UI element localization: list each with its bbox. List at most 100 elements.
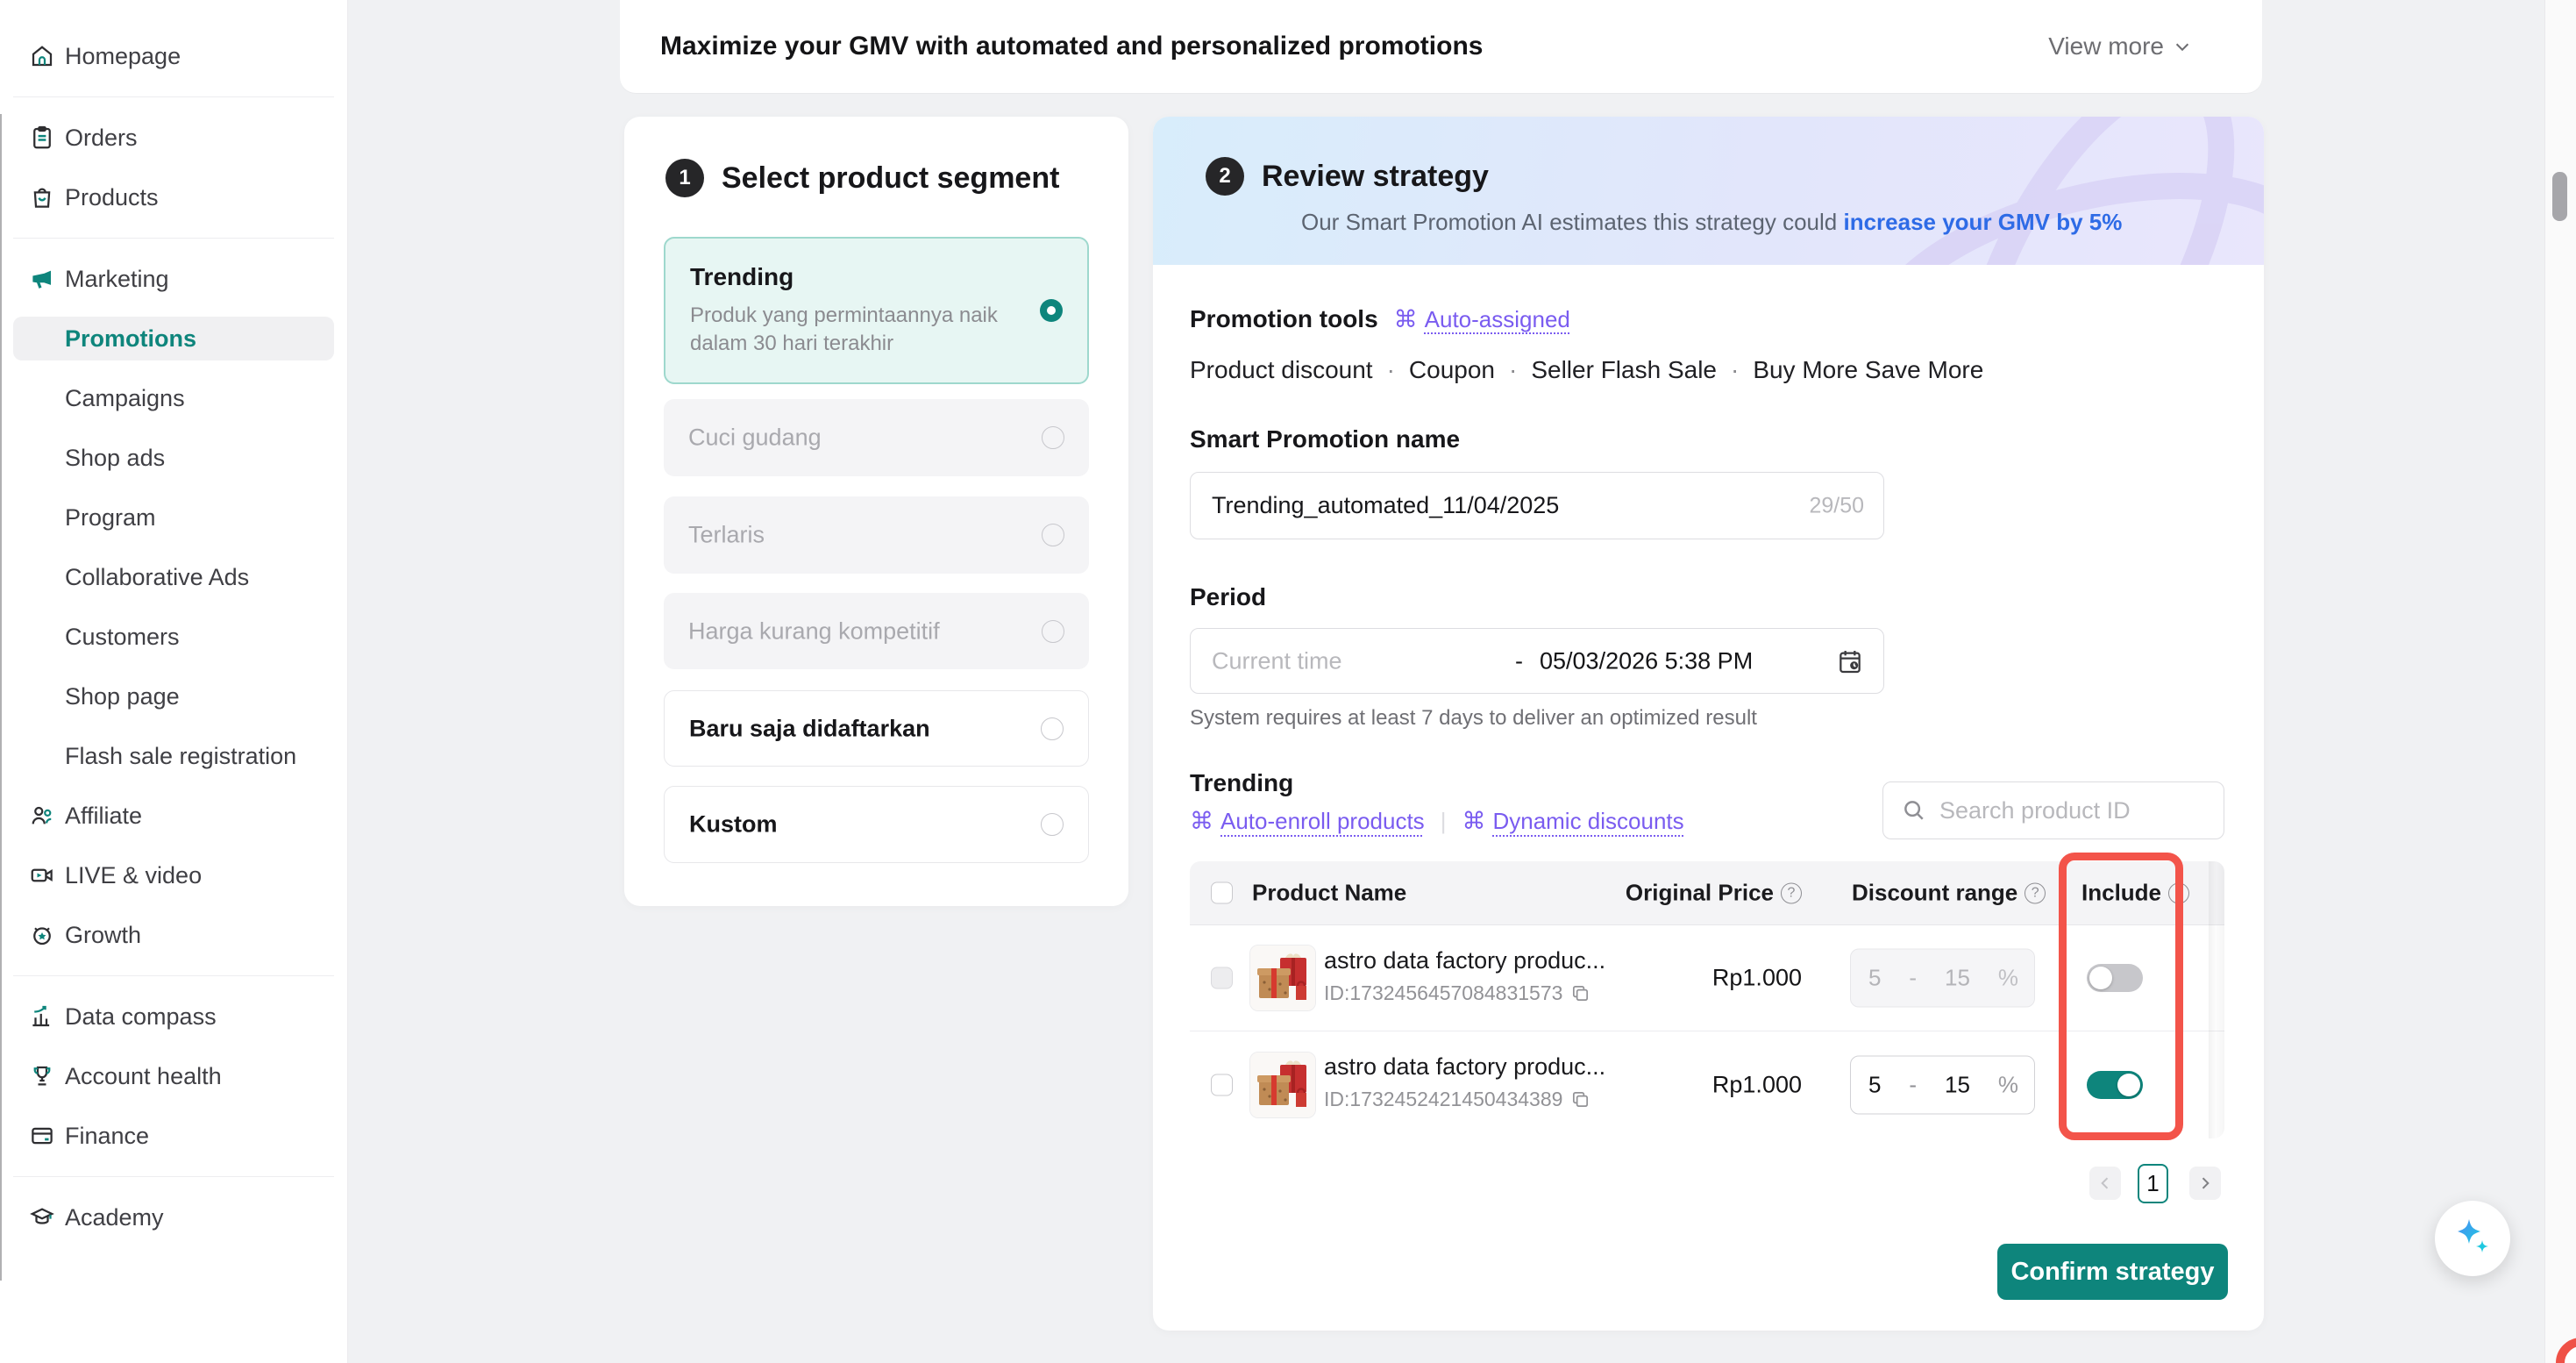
segment-option-harga-kurang-kompetitif: Harga kurang kompetitif bbox=[664, 593, 1089, 669]
sidebar-item-label: Account health bbox=[65, 1063, 222, 1090]
col-include: Include ? bbox=[2081, 880, 2189, 907]
view-more-button[interactable]: View more bbox=[2048, 0, 2192, 93]
sidebar-item-affiliate[interactable]: Affiliate bbox=[0, 786, 347, 846]
row-checkbox[interactable] bbox=[1211, 1074, 1233, 1095]
sidebar-item-label: Shop page bbox=[65, 683, 180, 710]
original-price: Rp1.000 bbox=[1712, 1071, 1802, 1098]
radio-unselected[interactable] bbox=[1041, 717, 1064, 740]
strategy-title: Review strategy bbox=[1262, 160, 1489, 194]
sidebar-item-products[interactable]: Products bbox=[0, 168, 347, 227]
strategy-card: 2 Review strategy Our Smart Promotion AI… bbox=[1153, 117, 2264, 1331]
option-label: Terlaris bbox=[688, 522, 765, 549]
discount-range-disabled: 5 - 15 % bbox=[1850, 949, 2035, 1008]
discount-unit: % bbox=[1998, 1071, 2018, 1098]
sidebar-item-label: Campaigns bbox=[65, 385, 185, 412]
products-icon bbox=[29, 184, 55, 211]
copy-icon[interactable] bbox=[1570, 983, 1590, 1003]
chevron-left-icon bbox=[2096, 1174, 2114, 1192]
col-original-price: Original Price ? bbox=[1626, 880, 1802, 907]
promotion-tools-label: Promotion tools bbox=[1190, 305, 1378, 333]
segment-option-baru-saja-didaftarkan[interactable]: Baru saja didaftarkan bbox=[664, 690, 1089, 767]
discount-range-input[interactable]: 5 - 15 % bbox=[1850, 1055, 2035, 1114]
sidebar-item-collaborative-ads[interactable]: Collaborative Ads bbox=[0, 547, 347, 607]
sidebar-item-marketing[interactable]: Marketing bbox=[0, 249, 347, 309]
include-toggle-on[interactable] bbox=[2087, 1071, 2143, 1099]
sidebar-item-customers[interactable]: Customers bbox=[0, 607, 347, 667]
confirm-strategy-button[interactable]: Confirm strategy bbox=[1997, 1244, 2228, 1300]
segment-option-trending[interactable]: Trending Produk yang permintaannya naik … bbox=[664, 237, 1089, 384]
char-counter: 29/50 bbox=[1809, 493, 1864, 518]
sidebar-item-academy[interactable]: Academy bbox=[0, 1188, 347, 1247]
product-table: Product Name Original Price ? Discount r… bbox=[1190, 861, 2224, 1138]
option-label: Kustom bbox=[689, 811, 778, 838]
radio-unselected[interactable] bbox=[1041, 813, 1064, 836]
sidebar-item-label: LIVE & video bbox=[65, 862, 202, 889]
sidebar-item-label: Marketing bbox=[65, 266, 169, 293]
sidebar-item-live-video[interactable]: LIVE & video bbox=[0, 846, 347, 905]
table-scrollbar[interactable] bbox=[2209, 861, 2224, 1138]
sidebar-item-homepage[interactable]: Homepage bbox=[0, 26, 347, 86]
auto-enroll-label: Auto-enroll products bbox=[1220, 808, 1425, 835]
subtitle-text: Our Smart Promotion AI estimates this st… bbox=[1301, 209, 1843, 235]
auto-enroll-link[interactable]: ⌘ Auto-enroll products bbox=[1190, 808, 1425, 835]
promotion-tools-row: Promotion tools ⌘ Auto-assigned bbox=[1190, 305, 1570, 333]
sidebar-item-label: Products bbox=[65, 184, 159, 211]
sidebar-item-program[interactable]: Program bbox=[0, 488, 347, 547]
help-icon[interactable]: ? bbox=[2025, 882, 2046, 903]
sidebar-item-label: Affiliate bbox=[65, 803, 142, 830]
auto-assigned-link[interactable]: ⌘ Auto-assigned bbox=[1394, 306, 1570, 333]
link-separator: | bbox=[1441, 808, 1447, 835]
page-scrollbar[interactable] bbox=[2544, 0, 2576, 1363]
sidebar-item-label: Data compass bbox=[65, 1003, 217, 1031]
help-icon[interactable]: ? bbox=[1781, 882, 1802, 903]
sidebar-item-promotions[interactable]: Promotions bbox=[0, 309, 347, 368]
gmv-increase-link[interactable]: increase your GMV by 5% bbox=[1843, 209, 2122, 235]
home-icon bbox=[29, 43, 55, 69]
copy-icon[interactable] bbox=[1570, 1089, 1590, 1110]
range-separator: - bbox=[1909, 965, 1917, 992]
include-toggle-off[interactable] bbox=[2087, 964, 2143, 992]
sidebar-item-flash-sale-registration[interactable]: Flash sale registration bbox=[0, 726, 347, 786]
period-field[interactable]: Current time - 05/03/2026 5:38 PM bbox=[1190, 628, 1884, 694]
view-more-label: View more bbox=[2048, 32, 2164, 61]
sidebar-item-campaigns[interactable]: Campaigns bbox=[0, 368, 347, 428]
period-note: System requires at least 7 days to deliv… bbox=[1190, 706, 1757, 731]
sidebar-divider bbox=[13, 975, 334, 976]
ai-assistant-button[interactable] bbox=[2435, 1201, 2510, 1276]
trending-links: ⌘ Auto-enroll products | ⌘ Dynamic disco… bbox=[1190, 808, 1684, 835]
segment-option-terlaris: Terlaris bbox=[664, 496, 1089, 574]
segment-option-cuci-gudang: Cuci gudang bbox=[664, 399, 1089, 476]
page-number[interactable]: 1 bbox=[2138, 1164, 2168, 1203]
review-strategy-banner: 2 Review strategy Our Smart Promotion AI… bbox=[1153, 117, 2264, 265]
sidebar-item-finance[interactable]: Finance bbox=[0, 1106, 347, 1166]
option-label: Trending bbox=[690, 263, 793, 291]
sidebar-item-label: Program bbox=[65, 504, 156, 532]
sidebar-item-shop-page[interactable]: Shop page bbox=[0, 667, 347, 726]
promotion-name-input[interactable] bbox=[1191, 473, 1883, 539]
scrollbar-thumb[interactable] bbox=[2552, 172, 2567, 221]
sidebar-item-orders[interactable]: Orders bbox=[0, 108, 347, 168]
next-page-button[interactable] bbox=[2189, 1167, 2221, 1200]
table-row: astro data factory produc... ID:17324524… bbox=[1190, 1031, 2224, 1138]
tool-item: Buy More Save More bbox=[1717, 356, 1983, 383]
sidebar-item-account-health[interactable]: Account health bbox=[0, 1046, 347, 1106]
sidebar-item-growth[interactable]: Growth bbox=[0, 905, 347, 965]
segment-option-kustom[interactable]: Kustom bbox=[664, 786, 1089, 863]
calendar-icon[interactable] bbox=[1836, 647, 1864, 675]
sparkle-knot-icon: ⌘ bbox=[1190, 810, 1213, 833]
product-id: ID:1732452421450434389 bbox=[1324, 1088, 1562, 1111]
option-label: Baru saja didaftarkan bbox=[689, 715, 930, 742]
help-icon[interactable]: ? bbox=[2168, 882, 2189, 903]
megaphone-icon bbox=[29, 266, 55, 292]
row-checkbox-disabled bbox=[1211, 967, 1233, 989]
search-input[interactable] bbox=[1883, 782, 2224, 838]
sidebar-item-shop-ads[interactable]: Shop ads bbox=[0, 428, 347, 488]
sidebar-item-data-compass[interactable]: Data compass bbox=[0, 987, 347, 1046]
segment-step-header: 1 Select product segment bbox=[665, 159, 1059, 197]
dynamic-discounts-link[interactable]: ⌘ Dynamic discounts bbox=[1462, 808, 1683, 835]
chevron-right-icon bbox=[2196, 1174, 2214, 1192]
prev-page-button[interactable] bbox=[2089, 1167, 2121, 1200]
select-all-checkbox[interactable] bbox=[1211, 882, 1233, 904]
period-end-value: 05/03/2026 5:38 PM bbox=[1540, 647, 1753, 674]
radio-selected[interactable] bbox=[1040, 299, 1063, 322]
